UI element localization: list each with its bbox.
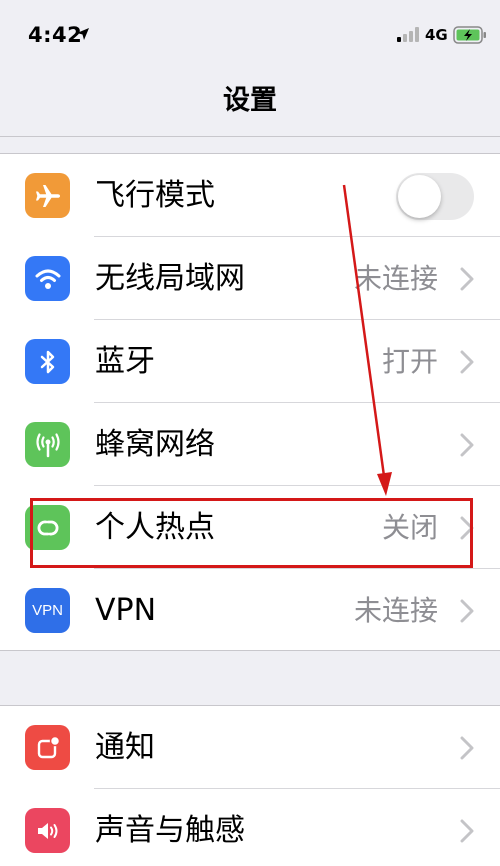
vpn-status-value: 未连接 — [353, 594, 438, 627]
status-bar: 4:42 4G — [0, 0, 500, 70]
settings-group-notifications: 通知 声音与触感 — [0, 705, 500, 866]
row-label: VPN — [95, 593, 157, 628]
row-label: 无线局域网 — [95, 261, 245, 296]
speaker-icon — [25, 808, 70, 853]
settings-row-cellular[interactable]: 蜂窝网络 — [0, 403, 500, 486]
chevron-right-icon — [460, 516, 474, 540]
status-time: 4:42 — [28, 23, 83, 47]
row-label: 蜂窝网络 — [95, 427, 215, 462]
row-label: 蓝牙 — [95, 344, 155, 379]
row-label: 声音与触感 — [95, 813, 245, 848]
vpn-icon: VPN — [25, 588, 70, 633]
wifi-status-value: 未连接 — [353, 262, 438, 295]
hotspot-status-value: 关闭 — [381, 511, 438, 544]
chevron-right-icon — [460, 599, 474, 623]
chevron-right-icon — [460, 819, 474, 843]
signal-bars-icon — [397, 27, 419, 42]
battery-charging-icon — [453, 26, 486, 44]
airplane-mode-toggle[interactable] — [396, 173, 474, 220]
bluetooth-icon — [25, 339, 70, 384]
network-type: 4G — [425, 26, 448, 44]
airplane-icon — [25, 173, 70, 218]
chevron-right-icon — [460, 267, 474, 291]
chevron-right-icon — [460, 736, 474, 760]
bluetooth-status-value: 打开 — [381, 345, 438, 378]
location-arrow-icon — [77, 28, 89, 40]
toggle-knob — [398, 175, 441, 218]
chevron-right-icon — [460, 433, 474, 457]
settings-row-notifications[interactable]: 通知 — [0, 706, 500, 789]
chevron-right-icon — [460, 350, 474, 374]
page-title: 设置 — [223, 85, 277, 116]
nav-divider — [0, 136, 500, 137]
hotspot-link-icon — [25, 505, 70, 550]
row-label: 通知 — [95, 730, 155, 765]
settings-row-vpn[interactable]: VPN VPN 未连接 — [0, 569, 500, 652]
settings-row-sounds-haptics[interactable]: 声音与触感 — [0, 789, 500, 866]
settings-row-bluetooth[interactable]: 蓝牙 打开 — [0, 320, 500, 403]
settings-row-airplane-mode: 飞行模式 — [0, 154, 500, 237]
settings-row-personal-hotspot[interactable]: 个人热点 关闭 — [0, 486, 500, 569]
settings-group-connectivity: 飞行模式 无线局域网 未连接 蓝牙 打开 蜂窝网络 个人热点 关闭 VPN VP… — [0, 153, 500, 651]
settings-row-wifi[interactable]: 无线局域网 未连接 — [0, 237, 500, 320]
cellular-antenna-icon — [25, 422, 70, 467]
notification-icon — [25, 725, 70, 770]
row-label: 飞行模式 — [95, 178, 215, 213]
vpn-icon-text: VPN — [32, 602, 63, 619]
wifi-icon — [25, 256, 70, 301]
row-label: 个人热点 — [95, 510, 215, 545]
